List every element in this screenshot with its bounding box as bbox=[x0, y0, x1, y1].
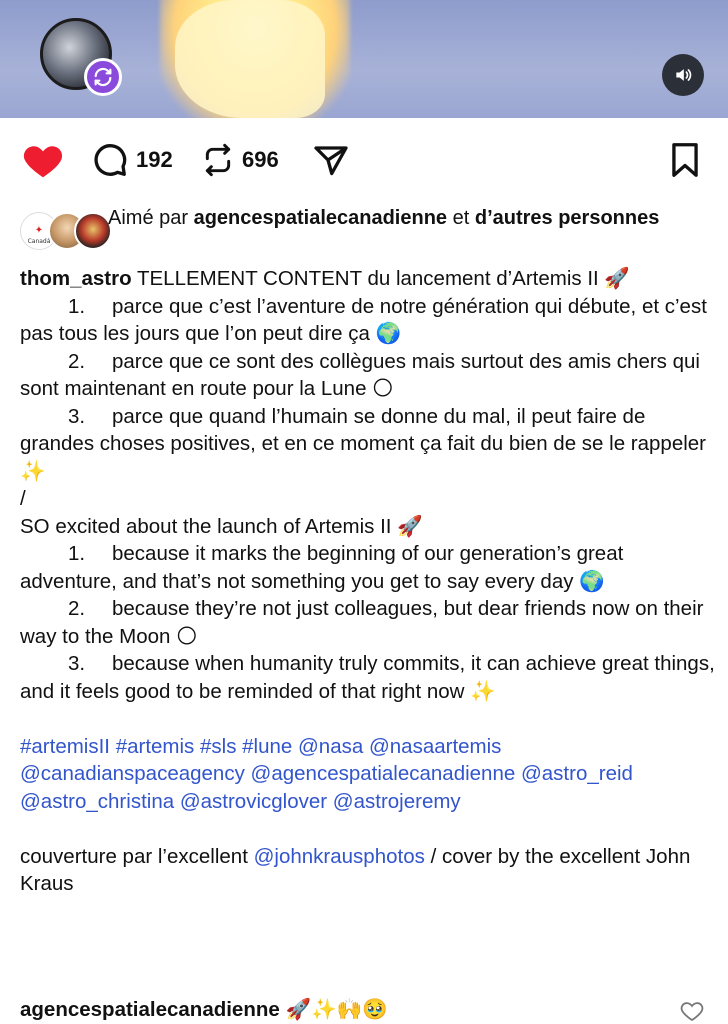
post-media[interactable] bbox=[0, 0, 728, 118]
caption-intro: thom_astro TELLEMENT CONTENT du lancemen… bbox=[20, 265, 720, 293]
list-item: 3. because when humanity truly commits, i… bbox=[20, 650, 720, 705]
liked-by-connector: et bbox=[452, 207, 470, 229]
comment-button[interactable]: 192 bbox=[92, 138, 173, 182]
liked-by-others[interactable]: d’autres personnes bbox=[475, 207, 660, 229]
comment-count: 192 bbox=[136, 147, 173, 172]
like-button[interactable] bbox=[22, 138, 64, 182]
list-item: 1. parce que c’est l’aventure de notre gé… bbox=[20, 293, 720, 348]
list-text: because when humanity truly commits, it … bbox=[20, 652, 715, 703]
comment-icon bbox=[94, 144, 127, 176]
comment-like-button[interactable] bbox=[680, 1000, 704, 1024]
liked-by-avatars: ✦ Canadá bbox=[20, 212, 112, 252]
caption-en-intro: SO excited about the launch of Artemis I… bbox=[20, 514, 423, 538]
caption-intro-text: TELLEMENT CONTENT du lancement d’Artemis… bbox=[136, 267, 630, 290]
list-item: 3. parce que quand l’humain se donne du m… bbox=[20, 403, 720, 486]
sound-icon[interactable] bbox=[662, 54, 704, 96]
comment-row: agencespatialecanadienne 🚀✨🙌🥹 bbox=[20, 996, 720, 1024]
repost-count: 696 bbox=[242, 147, 279, 172]
action-bar: 192 696 bbox=[0, 138, 728, 182]
list-text: parce que ce sont des collègues mais sur… bbox=[20, 349, 700, 401]
list-number: 1. bbox=[68, 542, 86, 565]
caption-cover-credit: couverture par l’excellent @johnkrauspho… bbox=[20, 843, 720, 898]
repost-badge-icon bbox=[84, 58, 122, 96]
liked-by-prefix: Aimé par bbox=[108, 207, 189, 229]
share-icon bbox=[314, 146, 348, 176]
heart-icon bbox=[23, 146, 63, 178]
caption-hashtags[interactable]: #artemisII #artemis #sls #lune @nasa @na… bbox=[20, 733, 720, 816]
comment-username[interactable]: agencespatialecanadienne bbox=[20, 998, 280, 1021]
svg-text:✦: ✦ bbox=[35, 225, 43, 236]
liked-by[interactable]: ✦ Canadá Aimé par agencespatialecanadienn… bbox=[20, 206, 720, 258]
list-item: 2. because they’re not just colleagues, b… bbox=[20, 595, 720, 650]
heart-icon bbox=[680, 1002, 704, 1022]
list-text: parce que c’est l’aventure de notre géné… bbox=[20, 294, 707, 346]
repost-icon bbox=[205, 143, 231, 177]
list-number: 2. bbox=[68, 597, 86, 620]
post-caption: thom_astro TELLEMENT CONTENT du lancemen… bbox=[20, 265, 720, 898]
cover-prefix: couverture par l’excellent bbox=[20, 844, 248, 868]
list-number: 3. bbox=[68, 404, 86, 428]
liked-by-text: Aimé par agencespatialecanadienne et d’a… bbox=[108, 206, 718, 231]
list-text: because they’re not just colleagues, but… bbox=[20, 597, 704, 648]
caption-username[interactable]: thom_astro bbox=[20, 267, 132, 290]
caption-separator: / bbox=[20, 487, 26, 510]
bookmark-icon bbox=[672, 143, 698, 177]
svg-text:Canadá: Canadá bbox=[28, 238, 51, 245]
avatar bbox=[74, 212, 112, 250]
list-text: parce que quand l’humain se donne du mal… bbox=[20, 404, 707, 483]
cover-link[interactable]: @johnkrausphotos bbox=[254, 845, 425, 868]
comment-text: 🚀✨🙌🥹 bbox=[285, 998, 388, 1021]
rocket-flame-core bbox=[175, 0, 325, 118]
list-number: 3. bbox=[68, 652, 86, 675]
repost-button[interactable]: 696 bbox=[202, 138, 279, 182]
list-number: 1. bbox=[68, 294, 86, 318]
liked-by-account[interactable]: agencespatialecanadienne bbox=[194, 207, 447, 229]
list-number: 2. bbox=[68, 349, 86, 373]
list-item: 1. because it marks the beginning of our … bbox=[20, 540, 720, 595]
list-item: 2. parce que ce sont des collègues mais s… bbox=[20, 348, 720, 403]
share-button[interactable] bbox=[312, 138, 350, 182]
bookmark-button[interactable] bbox=[668, 138, 702, 182]
